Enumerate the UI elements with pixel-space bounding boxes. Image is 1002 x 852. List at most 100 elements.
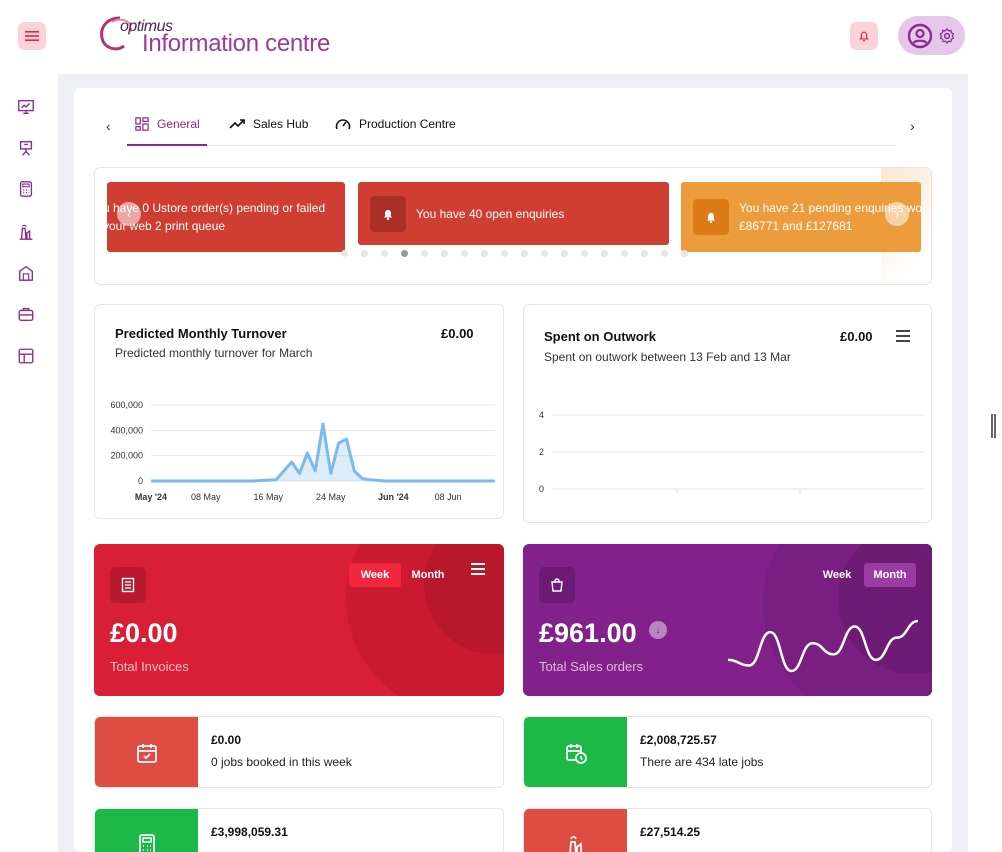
card-title: Predicted Monthly Turnover [115, 326, 287, 341]
sales-orders-value: £961.00 [539, 618, 637, 648]
carousel-dot[interactable] [421, 250, 428, 257]
carousel-next-button[interactable]: › [885, 202, 909, 226]
carousel-slide[interactable]: You have 40 open enquiries [358, 182, 669, 245]
card-subtitle: Predicted monthly turnover for March [115, 346, 313, 360]
calendar-check-icon [136, 744, 157, 763]
carousel-dot[interactable] [601, 250, 608, 257]
app-logo[interactable]: optimus Information centre [98, 12, 358, 62]
calculator-icon [138, 834, 155, 852]
carousel-dot[interactable] [681, 250, 688, 257]
chart-menu-button[interactable] [896, 330, 910, 345]
stat-description: 0 jobs booked in this week [211, 755, 352, 769]
notifications-button[interactable] [850, 22, 878, 50]
carousel-dot[interactable] [461, 250, 468, 257]
gear-icon[interactable] [938, 27, 956, 45]
month-toggle[interactable]: Month [864, 563, 916, 587]
receipt-icon [121, 577, 135, 593]
turnover-card: Predicted Monthly Turnover Predicted mon… [94, 304, 504, 519]
invoice-total-value: £0.00 [110, 618, 178, 648]
carousel-dot[interactable] [581, 250, 588, 257]
factory-icon [568, 836, 582, 852]
stat-description: There are 434 late jobs [640, 755, 764, 769]
card-amount: £0.00 [840, 329, 873, 344]
late-jobs-card: £2,008,725.57 There are 434 late jobs [523, 716, 932, 788]
carousel-dots [341, 250, 688, 257]
y-tick-label: 400,000 [110, 425, 143, 435]
carousel-slide[interactable]: u have 0 Ustore order(s) pending or fail… [103, 182, 345, 252]
carousel-dot[interactable] [341, 250, 348, 257]
carousel-dot[interactable] [361, 250, 368, 257]
shopping-bag-icon [551, 578, 563, 592]
notifications-carousel: u have 0 Ustore order(s) pending or fail… [94, 167, 932, 285]
tabs-next-button[interactable]: › [910, 118, 915, 134]
calendar-clock-icon [565, 744, 587, 764]
tab-production-centre[interactable]: Production Centre [335, 117, 456, 131]
x-tick-label: Jun '24 [378, 492, 409, 502]
sidebar-item-factory-icon[interactable] [17, 223, 35, 241]
stat-value: £0.00 [211, 733, 242, 747]
week-toggle[interactable]: Week [349, 563, 401, 587]
sidebar-item-warehouse-icon[interactable] [17, 264, 35, 282]
tab-label: Production Centre [359, 117, 456, 131]
sidebar-item-table-icon[interactable] [17, 347, 35, 365]
bell-icon [859, 31, 869, 42]
stat-icon-box [524, 717, 627, 787]
stat-value: £3,998,059.31 [211, 825, 288, 839]
tab-label: General [157, 117, 200, 131]
stat-value: £2,008,725.57 [640, 733, 717, 747]
stat-icon-box [95, 809, 198, 852]
bell-icon [706, 212, 716, 224]
trend-down-icon: ↓ [649, 621, 667, 639]
scrollbar-handle[interactable] [991, 414, 996, 438]
hamburger-icon [25, 31, 39, 41]
trending-up-icon [229, 119, 245, 129]
tab-general[interactable]: General [135, 117, 200, 131]
jobs-booked-card: £0.00 0 jobs booked in this week [94, 716, 504, 788]
stat-icon-box [95, 717, 198, 787]
carousel-prev-button[interactable]: ‹ [117, 202, 141, 226]
menu-button[interactable] [18, 22, 46, 50]
carousel-dot[interactable] [621, 250, 628, 257]
speedometer-icon [335, 119, 351, 130]
carousel-dot[interactable] [481, 250, 488, 257]
sidebar-item-easel-icon[interactable] [17, 139, 35, 157]
sales-orders-label: Total Sales orders [539, 659, 644, 674]
carousel-dot[interactable] [641, 250, 648, 257]
tabs-prev-button[interactable]: ‹ [106, 118, 111, 134]
user-avatar-icon[interactable] [907, 23, 933, 49]
carousel-dot[interactable] [441, 250, 448, 257]
card-menu-button[interactable] [471, 563, 485, 578]
carousel-dot[interactable] [501, 250, 508, 257]
card-subtitle: Spent on outwork between 13 Feb and 13 M… [544, 350, 791, 364]
y-tick-label: 0 [138, 476, 143, 486]
tab-label: Sales Hub [253, 117, 309, 131]
stat-value: £27,514.25 [640, 825, 701, 839]
user-menu[interactable] [898, 16, 965, 55]
estimates-card: £3,998,059.31 [94, 808, 504, 852]
turnover-chart: 600,000 400,000 200,000 0 May '24 08 May 16 Ma… [110, 400, 495, 502]
tab-sales-hub[interactable]: Sales Hub [229, 117, 308, 131]
sidebar-item-calculator-icon[interactable] [17, 180, 35, 198]
y-tick-label: 4 [539, 410, 544, 420]
x-tick-label: 08 May [191, 492, 221, 502]
sales-sparkline [727, 619, 919, 673]
y-tick-label: 0 [539, 484, 544, 494]
card-title: Spent on Outwork [544, 329, 656, 344]
carousel-dot[interactable] [561, 250, 568, 257]
x-tick-label: May '24 [135, 492, 167, 502]
sidebar-item-briefcase-icon[interactable] [17, 305, 35, 323]
sidebar-item-dashboard-icon[interactable] [17, 98, 35, 116]
carousel-dot[interactable] [381, 250, 388, 257]
week-toggle[interactable]: Week [815, 563, 859, 587]
slide-bell-box [370, 195, 406, 232]
dashboard-icon [135, 117, 149, 131]
carousel-dot[interactable] [661, 250, 668, 257]
carousel-dot[interactable] [521, 250, 528, 257]
carousel-dot[interactable] [541, 250, 548, 257]
month-toggle[interactable]: Month [405, 563, 451, 587]
active-tab-indicator [127, 144, 207, 146]
carousel-dot[interactable] [401, 250, 408, 257]
production-card: £27,514.25 [523, 808, 932, 852]
y-tick-label: 600,000 [110, 400, 143, 410]
y-tick-label: 200,000 [110, 451, 143, 461]
